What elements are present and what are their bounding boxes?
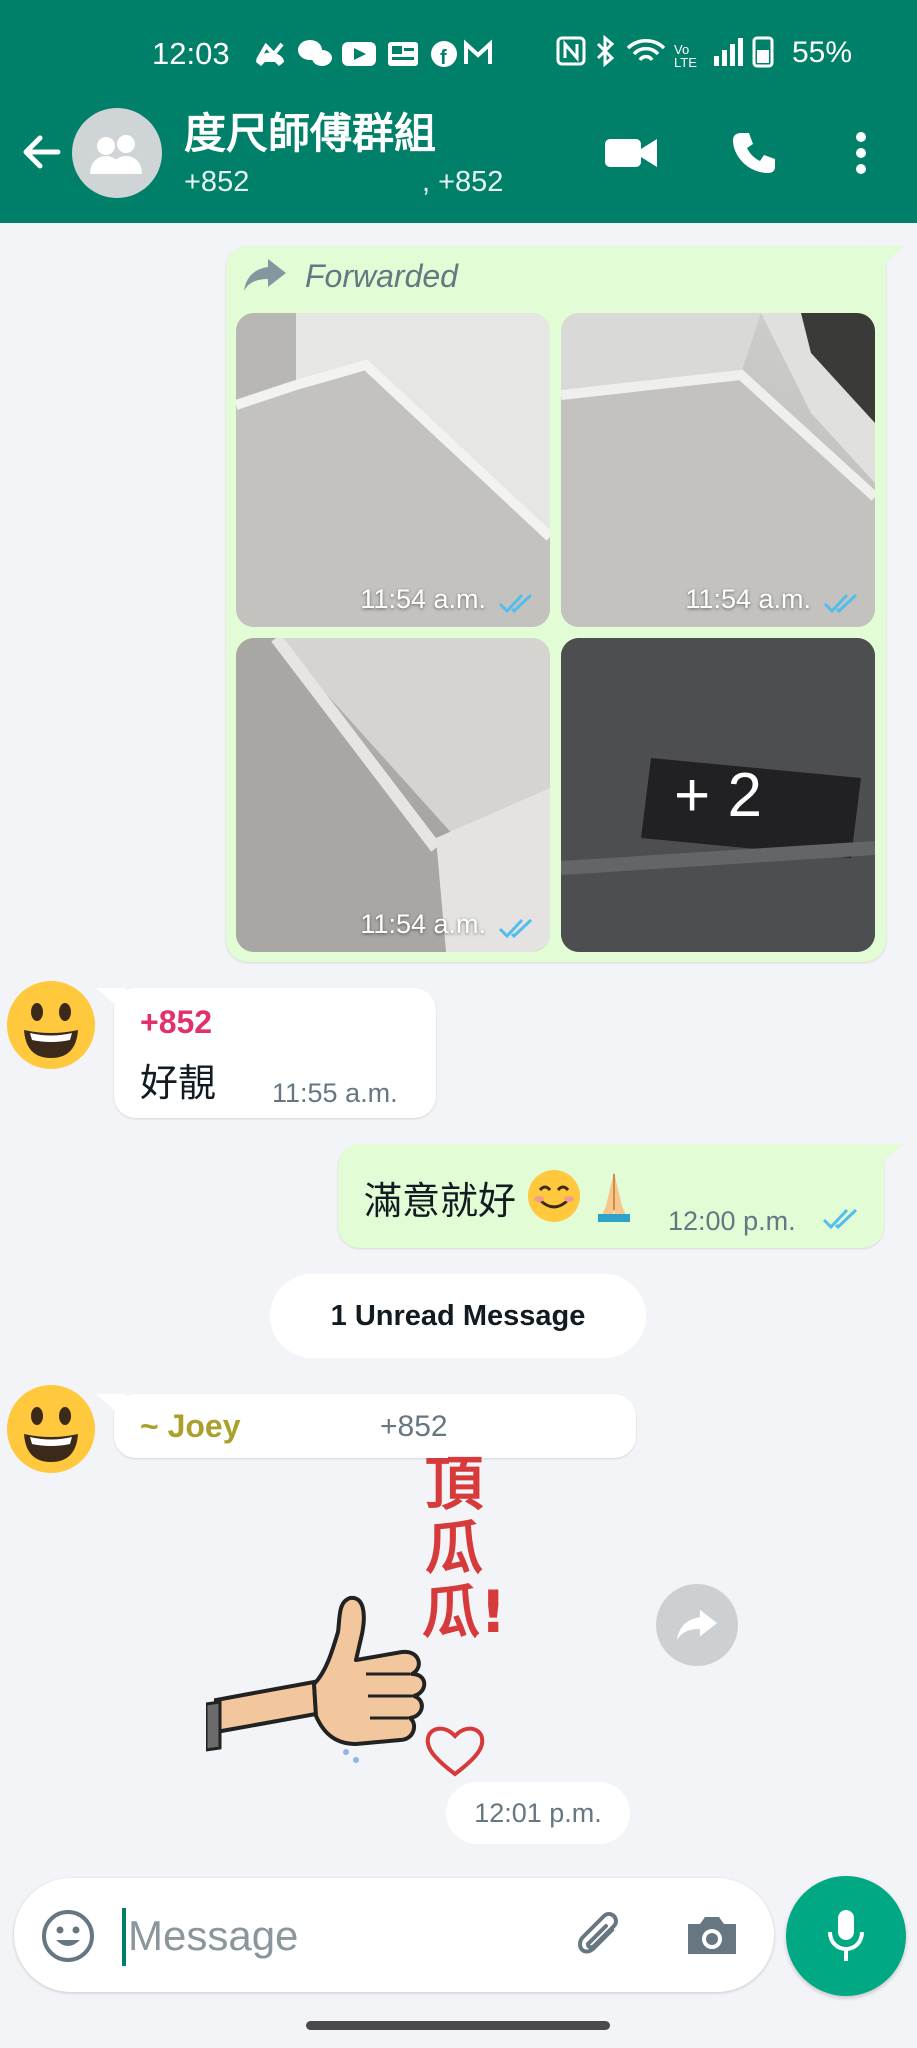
message-time: 11:55 a.m. — [272, 1078, 398, 1108]
thumbs-up-sticker[interactable]: 頂瓜瓜! — [204, 1450, 507, 1792]
group-title[interactable]: 度尺師傅群組 — [184, 100, 436, 161]
svg-text:LTE: LTE — [674, 55, 697, 70]
video-call-button[interactable] — [600, 122, 662, 184]
kebab-menu-icon — [856, 132, 866, 174]
phone-icon — [733, 133, 775, 173]
sender-avatar[interactable] — [6, 980, 96, 1070]
grinning-face-icon — [7, 981, 95, 1069]
sender-phone: +852 — [380, 1410, 448, 1443]
message-time: 12:00 p.m. — [668, 1206, 796, 1236]
album-photo-more[interactable]: + 2 — [561, 638, 875, 952]
message-emojis — [528, 1170, 630, 1222]
status-time: 12:03 — [152, 36, 230, 71]
forwarded-label: Forwarded — [305, 258, 458, 294]
text-cursor — [122, 1908, 126, 1966]
more-photos-count: + 2 — [674, 760, 762, 830]
album-photo-2[interactable]: 11:54 a.m. — [561, 313, 875, 627]
unread-divider: 1 Unread Message — [270, 1274, 646, 1358]
voice-record-button[interactable] — [786, 1876, 906, 1996]
video-camera-icon — [605, 139, 657, 167]
forward-icon — [244, 259, 286, 291]
group-avatar[interactable] — [72, 108, 162, 198]
sticker-time: 12:01 p.m. — [446, 1782, 630, 1844]
emoji-icon[interactable] — [38, 1906, 98, 1966]
read-ticks-icon — [498, 918, 533, 939]
more-options-button[interactable] — [830, 122, 892, 184]
photo-time: 11:54 a.m. — [360, 584, 486, 614]
system-icons: VoLTE — [556, 34, 774, 70]
grinning-face-icon — [7, 1385, 95, 1473]
message-input[interactable] — [128, 1904, 528, 1968]
sticker-text: 頂瓜瓜! — [422, 1450, 507, 1646]
photo-content — [561, 313, 875, 627]
message-sender[interactable]: +852 — [140, 1004, 212, 1041]
photo-content — [236, 313, 550, 627]
sender-avatar[interactable] — [6, 1384, 96, 1474]
group-members-1[interactable]: +852 — [184, 166, 249, 199]
home-indicator[interactable] — [306, 2021, 610, 2030]
photo-time: 11:54 a.m. — [685, 584, 811, 614]
forward-icon — [676, 1609, 718, 1641]
folded-hands-icon — [598, 1172, 630, 1222]
read-ticks-icon — [823, 593, 858, 614]
microphone-icon — [828, 1910, 864, 1961]
paperclip-icon[interactable] — [570, 1906, 630, 1966]
message-sender[interactable]: ~ Joey — [140, 1408, 241, 1445]
read-ticks-icon — [498, 593, 533, 614]
group-icon — [90, 135, 142, 174]
forward-button[interactable] — [656, 1584, 738, 1666]
photo-content — [236, 638, 550, 952]
voice-call-button[interactable] — [722, 122, 784, 184]
notification-icons: f — [256, 39, 492, 69]
album-photo-1[interactable]: 11:54 a.m. — [236, 313, 550, 627]
message-text: 滿意就好 — [364, 1181, 517, 1223]
photo-time: 11:54 a.m. — [360, 909, 486, 939]
group-members-2[interactable]: , +852 — [422, 166, 503, 199]
smiling-face-icon — [528, 1170, 580, 1222]
svg-text:f: f — [440, 47, 447, 69]
heart-outline-icon — [425, 1726, 485, 1777]
album-photo-3[interactable]: 11:54 a.m. — [236, 638, 550, 952]
read-ticks-icon — [822, 1208, 858, 1230]
back-arrow-icon[interactable] — [18, 128, 66, 176]
battery-level: 55% — [792, 36, 853, 69]
message-text: 好靚 — [140, 1063, 217, 1105]
camera-icon[interactable] — [682, 1906, 742, 1966]
